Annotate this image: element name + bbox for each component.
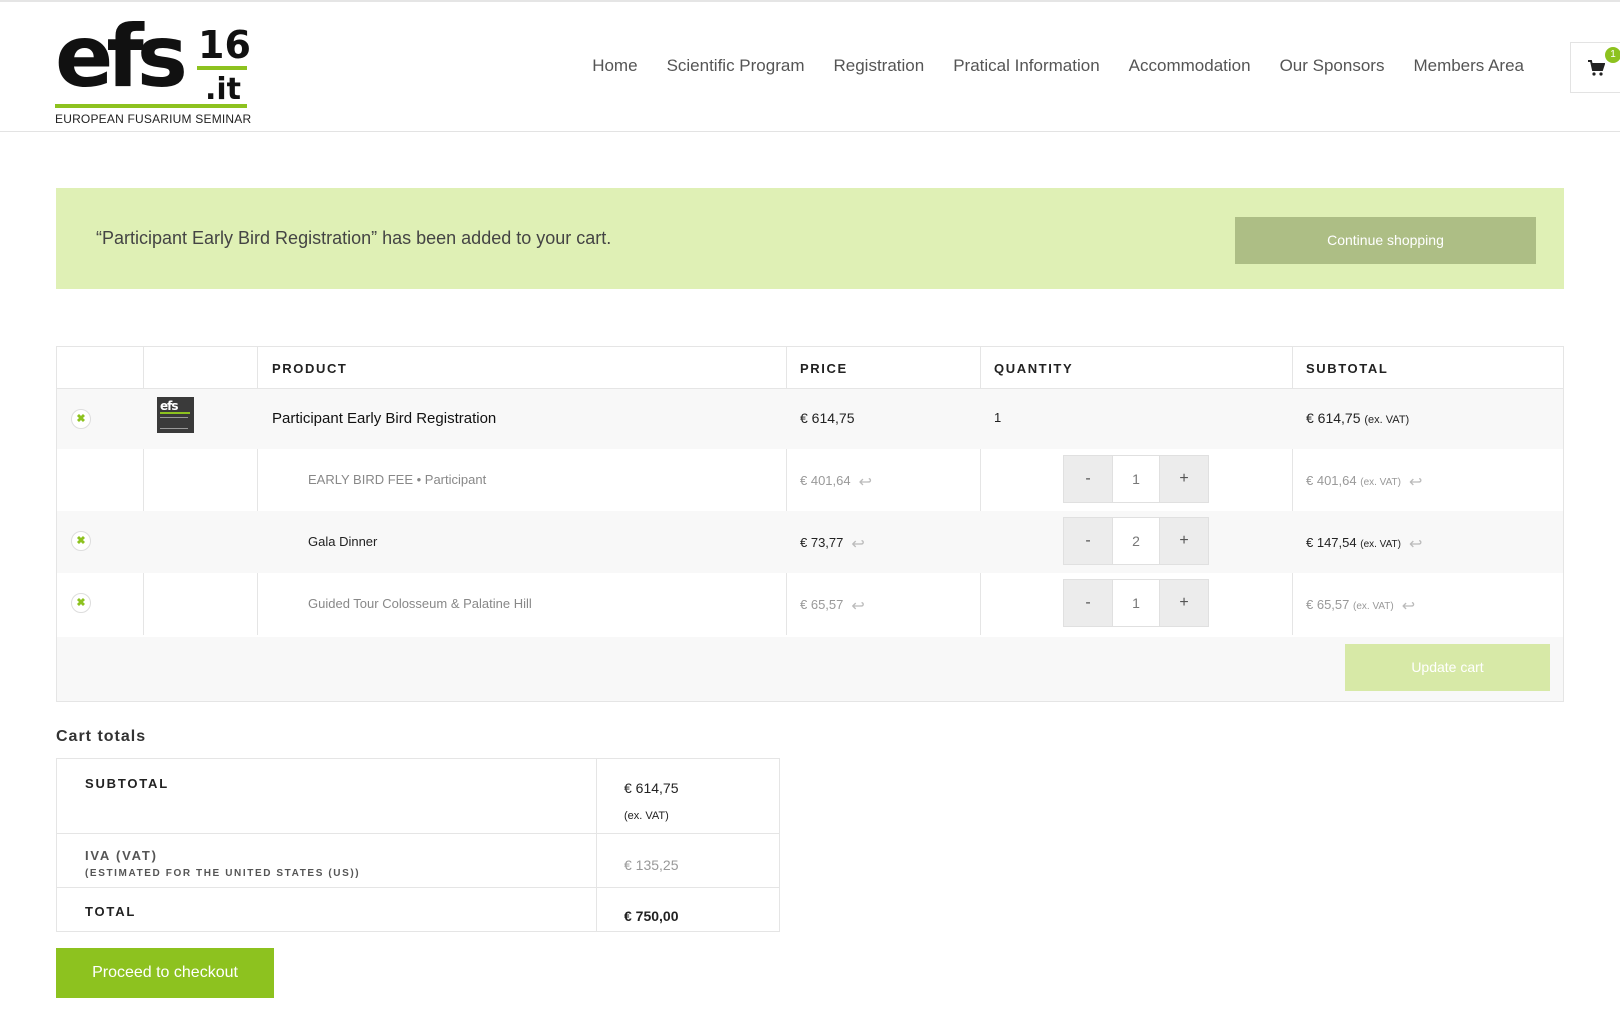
subtotal-suffix: (ex. VAT) (1353, 601, 1394, 612)
vat-amount: € 135,25 (624, 857, 679, 873)
site-header: efs 16 .it EUROPEAN FUSARIUM SEMINAR Hom… (0, 2, 1620, 132)
table-header-row: PRODUCT PRICE QUANTITY SUBTOTAL (57, 347, 1563, 389)
product-price: € 614,75 (800, 410, 855, 426)
nav-scientific-program[interactable]: Scientific Program (667, 56, 805, 76)
sub-item-price: € 401,64 ↩ (800, 472, 872, 492)
logo-mark: efs (55, 7, 188, 107)
sub-item-price: € 65,57 ↩ (800, 596, 865, 616)
cart-icon (1588, 60, 1605, 76)
subtotal-value: € 147,54 (1306, 535, 1357, 550)
remove-item-button[interactable]: ✖ (71, 593, 91, 613)
product-quantity: 1 (994, 410, 1002, 425)
increase-button[interactable]: + (1160, 456, 1208, 502)
thumbnail-logo: efs (160, 399, 178, 413)
logo-underline (55, 104, 247, 108)
table-row: ✖ efs Participant Early Bird Registratio… (57, 389, 1563, 449)
product-name-link[interactable]: Participant Early Bird Registration (272, 410, 496, 427)
subtotal-note: (ex. VAT) (624, 810, 669, 822)
price-value: € 73,77 (800, 535, 844, 550)
total-amount: € 750,00 (624, 908, 679, 924)
nav-our-sponsors[interactable]: Our Sponsors (1280, 56, 1385, 76)
sub-item-subtotal: € 147,54 (ex. VAT) ↩ (1306, 534, 1422, 554)
thumbnail-accent (160, 412, 190, 414)
cart-actions-row: Update cart (57, 637, 1563, 701)
remove-item-button[interactable]: ✖ (71, 531, 91, 551)
nav-members-area[interactable]: Members Area (1413, 56, 1524, 76)
product-thumbnail[interactable]: efs (157, 397, 194, 433)
quantity-input[interactable]: 1 (1112, 580, 1160, 626)
totals-row-line (57, 887, 779, 888)
nav-practical-information[interactable]: Pratical Information (953, 56, 1099, 76)
subtotal-value: € 401,64 (1306, 473, 1357, 488)
cart-table: PRODUCT PRICE QUANTITY SUBTOTAL ✖ efs Pa… (56, 346, 1564, 702)
cart-totals-table: SUBTOTAL € 614,75 (ex. VAT) IVA (VAT) (E… (56, 758, 780, 932)
vat-label: IVA (VAT) (85, 848, 158, 863)
subtotal-suffix: (ex. VAT) (1360, 477, 1401, 488)
increase-button[interactable]: + (1160, 580, 1208, 626)
quantity-stepper: - 1 + (1063, 579, 1209, 627)
sub-item-subtotal: € 65,57 (ex. VAT) ↩ (1306, 596, 1415, 616)
price-value: € 401,64 (800, 473, 851, 488)
main-nav: Home Scientific Program Registration Pra… (592, 56, 1524, 76)
return-icon: ↩ (851, 598, 865, 615)
subtotal-suffix: (ex. VAT) (1360, 539, 1401, 550)
subtotal-value: € 614,75 (1306, 410, 1361, 426)
update-cart-button[interactable]: Update cart (1345, 644, 1550, 691)
header-quantity: QUANTITY (994, 361, 1074, 376)
table-row: ✖ Gala Dinner € 73,77 ↩ - 2 + € 147,54 (e… (57, 511, 1563, 573)
proceed-to-checkout-button[interactable]: Proceed to checkout (56, 948, 274, 998)
nav-registration[interactable]: Registration (834, 56, 925, 76)
table-row: EARLY BIRD FEE • Participant € 401,64 ↩ -… (57, 449, 1563, 511)
header-cart-button[interactable]: 1 (1570, 42, 1620, 93)
return-icon: ↩ (851, 536, 865, 553)
totals-row-line (57, 833, 779, 834)
header-price: PRICE (800, 361, 848, 376)
decrease-button[interactable]: - (1064, 580, 1112, 626)
logo-domain: .it (205, 72, 242, 107)
nav-accommodation[interactable]: Accommodation (1129, 56, 1251, 76)
quantity-input[interactable]: 2 (1112, 518, 1160, 564)
return-icon: ↩ (1408, 474, 1423, 491)
return-icon: ↩ (858, 474, 873, 491)
logo-number: 16 (198, 23, 251, 67)
logo-tagline: EUROPEAN FUSARIUM SEMINAR (55, 112, 252, 126)
nav-home[interactable]: Home (592, 56, 637, 76)
cart-totals-title: Cart totals (56, 728, 147, 745)
totals-divider (596, 759, 597, 931)
sub-item-price: € 73,77 ↩ (800, 534, 865, 554)
continue-shopping-button[interactable]: Continue shopping (1235, 217, 1536, 264)
vat-note: (ESTIMATED FOR THE UNITED STATES (US)) (85, 868, 361, 879)
thumbnail-caption (160, 417, 188, 429)
total-label: TOTAL (85, 904, 137, 919)
return-icon: ↩ (1408, 536, 1423, 553)
return-icon: ↩ (1401, 598, 1416, 615)
sub-item-name: Gala Dinner (308, 534, 378, 549)
quantity-stepper: - 2 + (1063, 517, 1209, 565)
cart-notice: “Participant Early Bird Registration” ha… (56, 188, 1564, 289)
decrease-button[interactable]: - (1064, 456, 1112, 502)
subtotal-amount: € 614,75 (624, 780, 679, 796)
cart-count-badge: 1 (1605, 47, 1620, 63)
decrease-button[interactable]: - (1064, 518, 1112, 564)
site-logo[interactable]: efs 16 .it EUROPEAN FUSARIUM SEMINAR (55, 7, 252, 127)
subtotal-value: € 65,57 (1306, 597, 1350, 612)
sub-item-name: EARLY BIRD FEE • Participant (308, 472, 487, 487)
header-product: PRODUCT (272, 361, 348, 376)
notice-message: “Participant Early Bird Registration” ha… (96, 228, 612, 248)
table-row: ✖ Guided Tour Colosseum & Palatine Hill … (57, 573, 1563, 635)
product-subtotal: € 614,75 (ex. VAT) (1306, 410, 1409, 426)
sub-item-subtotal: € 401,64 (ex. VAT) ↩ (1306, 472, 1422, 492)
subtotal-suffix: (ex. VAT) (1364, 414, 1410, 426)
subtotal-label: SUBTOTAL (85, 776, 169, 791)
header-subtotal: SUBTOTAL (1306, 361, 1389, 376)
logo-accent-line (197, 66, 247, 70)
quantity-stepper: - 1 + (1063, 455, 1209, 503)
quantity-input[interactable]: 1 (1112, 456, 1160, 502)
increase-button[interactable]: + (1160, 518, 1208, 564)
remove-item-button[interactable]: ✖ (71, 409, 91, 429)
price-value: € 65,57 (800, 597, 844, 612)
sub-item-name: Guided Tour Colosseum & Palatine Hill (308, 596, 532, 611)
